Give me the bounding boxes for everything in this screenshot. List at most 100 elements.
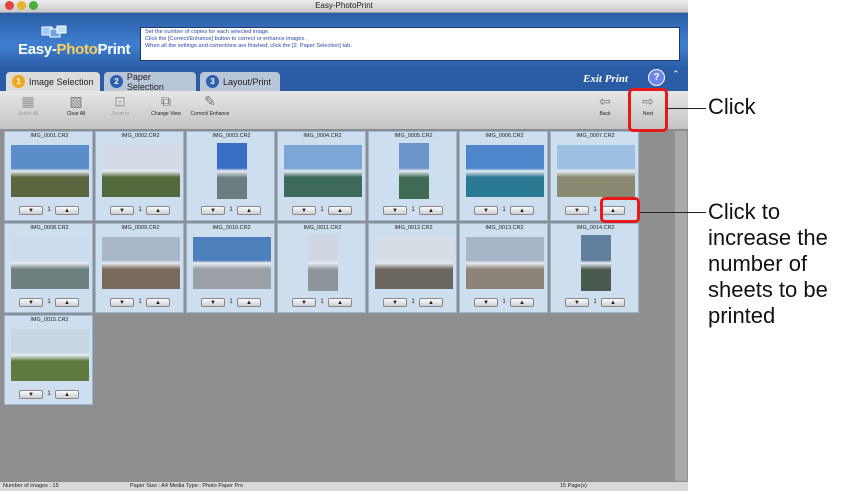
image-thumbnail[interactable] <box>580 235 611 291</box>
image-cell[interactable]: IMG_0005.CR2 ▼ 1 ▲ <box>368 131 457 221</box>
instruction-line: Click the [Correct/Enhance] button to co… <box>145 36 306 42</box>
copies-counter: ▼ 1 ▲ <box>201 206 261 216</box>
decrease-copies-button[interactable]: ▼ <box>565 206 589 215</box>
image-thumbnail[interactable] <box>307 235 338 291</box>
increase-copies-button[interactable]: ▲ <box>146 206 170 215</box>
select-all-button[interactable]: ▦ Select All <box>8 93 48 117</box>
image-cell[interactable]: IMG_0010.CR2 ▼ 1 ▲ <box>186 223 275 313</box>
tab-label: Layout/Print <box>223 76 272 87</box>
image-cell[interactable]: IMG_0011.CR2 ▼ 1 ▲ <box>277 223 366 313</box>
increase-leader-line <box>640 212 706 213</box>
decrease-copies-button[interactable]: ▼ <box>474 298 498 307</box>
increase-copies-button[interactable]: ▲ <box>237 298 261 307</box>
increase-copies-button[interactable]: ▲ <box>55 390 79 399</box>
decrease-copies-button[interactable]: ▼ <box>565 298 589 307</box>
help-icon[interactable]: ? <box>648 69 665 86</box>
image-cell[interactable]: IMG_0003.CR2 ▼ 1 ▲ <box>186 131 275 221</box>
increase-copies-button[interactable]: ▲ <box>55 298 79 307</box>
exit-print-button[interactable]: Exit Print <box>583 73 628 85</box>
increase-copies-button[interactable]: ▲ <box>328 206 352 215</box>
tab-label: Image Selection <box>29 76 94 87</box>
zoom-in-button[interactable]: ⊡ Zoom in <box>100 93 140 117</box>
copies-count: 1 <box>47 391 51 397</box>
increase-copies-button[interactable]: ▲ <box>601 298 625 307</box>
copies-counter: ▼ 1 ▲ <box>110 298 170 308</box>
instruction-line: When all the settings and corrections ar… <box>145 43 352 49</box>
tab-paper-selection[interactable]: 2 Paper Selection <box>104 72 196 92</box>
copies-count: 1 <box>47 207 51 213</box>
image-cell[interactable]: IMG_0004.CR2 ▼ 1 ▲ <box>277 131 366 221</box>
copies-count: 1 <box>320 299 324 305</box>
decrease-copies-button[interactable]: ▼ <box>201 206 225 215</box>
increase-copies-button[interactable]: ▲ <box>419 298 443 307</box>
page-count-status: 15 Page(s) <box>560 483 587 489</box>
tab-image-selection[interactable]: 1 Image Selection <box>6 72 100 91</box>
increase-highlight-box <box>600 197 640 223</box>
increase-copies-button[interactable]: ▲ <box>55 206 79 215</box>
image-thumbnail[interactable] <box>374 237 453 289</box>
image-thumbnail[interactable] <box>465 145 544 197</box>
increase-copies-button[interactable]: ▲ <box>146 298 170 307</box>
increase-copies-button[interactable]: ▲ <box>237 206 261 215</box>
image-thumbnail[interactable] <box>10 329 89 381</box>
image-filename: IMG_0014.CR2 <box>576 225 615 231</box>
back-arrow-icon: ⇦ <box>599 93 611 109</box>
copies-count: 1 <box>502 299 506 305</box>
decrease-copies-button[interactable]: ▼ <box>19 390 43 399</box>
image-thumbnail[interactable] <box>216 143 247 199</box>
collapse-caret-icon[interactable]: ⌃ <box>672 69 680 80</box>
change-view-button[interactable]: ⧉ Change View <box>146 93 186 117</box>
image-thumbnail[interactable] <box>192 237 271 289</box>
image-thumbnail[interactable] <box>10 145 89 197</box>
back-button[interactable]: ⇦ Back <box>585 93 625 117</box>
increase-copies-button[interactable]: ▲ <box>510 206 534 215</box>
window-title: Easy-PhotoPrint <box>315 1 373 10</box>
decrease-copies-button[interactable]: ▼ <box>474 206 498 215</box>
copies-count: 1 <box>138 299 142 305</box>
decrease-copies-button[interactable]: ▼ <box>19 206 43 215</box>
image-cell[interactable]: IMG_0009.CR2 ▼ 1 ▲ <box>95 223 184 313</box>
change-view-icon: ⧉ <box>161 93 171 109</box>
copies-counter: ▼ 1 ▲ <box>565 298 625 308</box>
scrollbar[interactable] <box>675 131 687 481</box>
copies-counter: ▼ 1 ▲ <box>474 206 534 216</box>
image-cell[interactable]: IMG_0008.CR2 ▼ 1 ▲ <box>4 223 93 313</box>
decrease-copies-button[interactable]: ▼ <box>383 206 407 215</box>
step-number-badge: 3 <box>206 75 219 88</box>
image-cell[interactable]: IMG_0013.CR2 ▼ 1 ▲ <box>459 223 548 313</box>
clear-all-button[interactable]: ▧ Clear All <box>56 93 96 117</box>
image-cell[interactable]: IMG_0006.CR2 ▼ 1 ▲ <box>459 131 548 221</box>
image-thumbnail[interactable] <box>101 237 180 289</box>
decrease-copies-button[interactable]: ▼ <box>110 206 134 215</box>
decrease-copies-button[interactable]: ▼ <box>292 298 316 307</box>
image-cell[interactable]: IMG_0012.CR2 ▼ 1 ▲ <box>368 223 457 313</box>
image-filename: IMG_0015.CR2 <box>30 317 69 323</box>
image-thumbnail[interactable] <box>398 143 429 199</box>
image-cell[interactable]: IMG_0015.CR2 ▼ 1 ▲ <box>4 315 93 405</box>
image-thumbnail[interactable] <box>465 237 544 289</box>
zoom-in-icon: ⊡ <box>114 93 126 109</box>
copies-count: 1 <box>502 207 506 213</box>
image-thumbnail[interactable] <box>101 145 180 197</box>
decrease-copies-button[interactable]: ▼ <box>383 298 407 307</box>
increase-copies-button[interactable]: ▲ <box>419 206 443 215</box>
decrease-copies-button[interactable]: ▼ <box>110 298 134 307</box>
copies-counter: ▼ 1 ▲ <box>19 206 79 216</box>
copies-counter: ▼ 1 ▲ <box>19 390 79 400</box>
image-cell[interactable]: IMG_0001.CR2 ▼ 1 ▲ <box>4 131 93 221</box>
decrease-copies-button[interactable]: ▼ <box>19 298 43 307</box>
increase-copies-button[interactable]: ▲ <box>510 298 534 307</box>
correct-enhance-button[interactable]: ✎ Correct/ Enhance <box>190 93 230 117</box>
tab-layout-print[interactable]: 3 Layout/Print <box>200 72 280 91</box>
image-thumbnail[interactable] <box>556 145 635 197</box>
decrease-copies-button[interactable]: ▼ <box>292 206 316 215</box>
increase-copies-button[interactable]: ▲ <box>328 298 352 307</box>
increase-callout: Click to increase the number of sheets t… <box>708 199 828 328</box>
image-cell[interactable]: IMG_0014.CR2 ▼ 1 ▲ <box>550 223 639 313</box>
image-thumbnail[interactable] <box>10 237 89 289</box>
image-cell[interactable]: IMG_0002.CR2 ▼ 1 ▲ <box>95 131 184 221</box>
image-thumbnail[interactable] <box>283 145 362 197</box>
copies-counter: ▼ 1 ▲ <box>19 298 79 308</box>
decrease-copies-button[interactable]: ▼ <box>201 298 225 307</box>
copies-counter: ▼ 1 ▲ <box>383 298 443 308</box>
